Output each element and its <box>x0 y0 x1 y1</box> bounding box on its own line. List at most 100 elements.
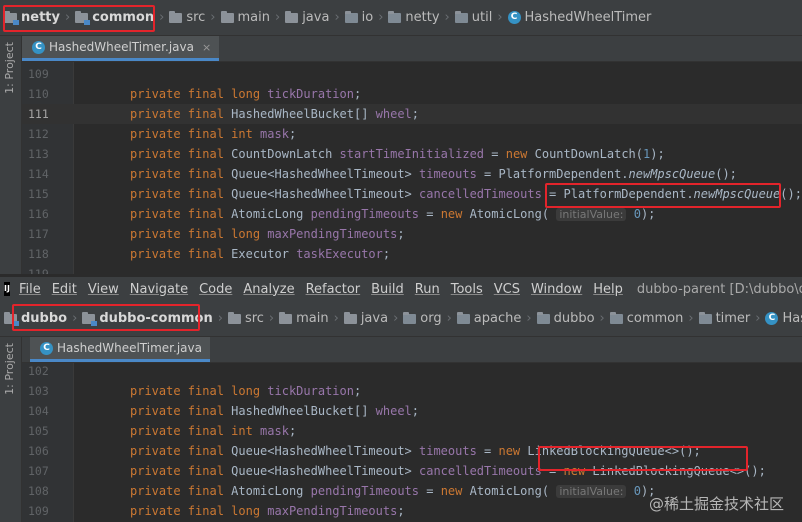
breadcrumb-item[interactable]: util <box>454 10 493 25</box>
code-line[interactable]: 110 private final long tickDuration; <box>22 84 802 104</box>
code-token: maxPendingTimeouts <box>267 504 398 518</box>
breadcrumb-item[interactable]: main <box>279 311 329 326</box>
breadcrumb-item[interactable]: io <box>344 10 374 25</box>
code-text: private final Queue<HashedWheelTimeout> … <box>130 164 737 184</box>
package-icon <box>454 10 468 23</box>
code-line[interactable]: 109 <box>22 64 802 84</box>
breadcrumb-item[interactable]: apache <box>456 311 522 326</box>
code-line[interactable]: 105 private final int mask; <box>22 421 802 441</box>
breadcrumb-item[interactable]: java <box>343 311 388 326</box>
breadcrumb-item[interactable]: java <box>285 10 329 25</box>
tab-hashedwheeltimer[interactable]: C HashedWheelTimer.java × <box>22 36 220 61</box>
code-token: = <box>484 147 506 161</box>
line-number: 105 <box>28 424 49 438</box>
breadcrumb-label: util <box>471 10 493 25</box>
line-number: 109 <box>28 67 49 81</box>
code-line[interactable]: 118 private final Executor taskExecutor; <box>22 244 802 264</box>
chevron-right-icon: › <box>526 311 532 326</box>
package-icon <box>388 10 402 23</box>
code-token: Executor <box>231 247 297 261</box>
project-tool-label[interactable]: 1: Project <box>3 42 16 94</box>
code-token: cancelledTimeouts <box>419 187 542 201</box>
menu-item-analyze[interactable]: Analyze <box>243 282 294 297</box>
menu-item-code[interactable]: Code <box>199 282 232 297</box>
code-token: AtomicLong <box>231 484 311 498</box>
menu-item-tools[interactable]: Tools <box>451 282 483 297</box>
chevron-right-icon: › <box>334 10 340 25</box>
menu-item-view[interactable]: View <box>88 282 119 297</box>
code-line[interactable]: 103 private final long tickDuration; <box>22 381 802 401</box>
code-text: private final AtomicLong pendingTimeouts… <box>130 481 655 502</box>
menu-item-help[interactable]: Help <box>593 282 623 297</box>
code-line[interactable]: 112 private final int mask; <box>22 124 802 144</box>
code-line[interactable]: 111 private final HashedWheelBucket[] whe… <box>22 104 802 124</box>
breadcrumb-item[interactable]: src <box>227 311 264 326</box>
line-number: 110 <box>28 87 49 101</box>
code-token: = <box>419 484 441 498</box>
project-tool-label[interactable]: 1: Project <box>3 343 16 395</box>
intellij-logo-icon: IJ <box>4 282 10 296</box>
code-line[interactable]: 113 private final CountDownLatch startTim… <box>22 144 802 164</box>
breadcrumb-label: HashedWhe <box>782 311 802 326</box>
close-icon[interactable]: × <box>202 41 211 54</box>
code-text: private final CountDownLatch startTimeIn… <box>130 144 665 164</box>
line-number: 106 <box>28 444 49 458</box>
breadcrumb-label: java <box>302 10 330 25</box>
menu-item-build[interactable]: Build <box>371 282 404 297</box>
breadcrumb-item[interactable]: src <box>169 10 205 25</box>
menu-item-window[interactable]: Window <box>531 282 582 297</box>
menu-item-navigate[interactable]: Navigate <box>130 282 188 297</box>
breadcrumb-item[interactable]: C HashedWheelTimer <box>507 10 651 25</box>
breadcrumb-item[interactable]: timer <box>698 311 750 326</box>
code-line[interactable]: 104 private final HashedWheelBucket[] whe… <box>22 401 802 421</box>
line-number: 113 <box>28 147 49 161</box>
code-line[interactable]: 114 private final Queue<HashedWheelTimeou… <box>22 164 802 184</box>
line-number: 115 <box>28 187 49 201</box>
code-token: newMpscQueue <box>628 167 716 181</box>
code-line[interactable]: 102 <box>22 363 802 381</box>
menu-item-file[interactable]: File <box>19 282 41 297</box>
top-code-editor[interactable]: 109 110 private final long tickDuration; 1… <box>22 62 802 274</box>
code-token: private final int <box>130 424 261 438</box>
code-token: ; <box>397 227 405 241</box>
code-text: private final HashedWheelBucket[] wheel; <box>130 104 419 124</box>
code-token: 0 <box>626 207 641 221</box>
breadcrumb-item[interactable]: org <box>403 311 442 326</box>
class-icon: C <box>507 11 521 24</box>
breadcrumb-item[interactable]: CHashedWhe <box>765 311 802 326</box>
code-token: private final <box>130 247 232 261</box>
line-number: 112 <box>28 127 49 141</box>
breadcrumb-item[interactable]: main <box>220 10 270 25</box>
breadcrumb-item[interactable]: dubbo <box>536 311 595 326</box>
breadcrumb-label: io <box>361 10 374 25</box>
line-number: 119 <box>28 267 49 274</box>
code-token: private final <box>130 107 232 121</box>
breadcrumb-label: apache <box>473 311 522 326</box>
code-token: = PlatformDependent. <box>476 167 629 181</box>
tab-hashedwheeltimer[interactable]: C HashedWheelTimer.java <box>30 337 210 362</box>
menu-item-edit[interactable]: Edit <box>52 282 77 297</box>
code-token: new <box>440 484 470 498</box>
code-token: AtomicLong <box>231 207 311 221</box>
code-line[interactable]: 117 private final long maxPendingTimeouts… <box>22 224 802 244</box>
code-token: maxPendingTimeouts <box>267 227 398 241</box>
folder-icon <box>279 311 293 324</box>
menu-item-refactor[interactable]: Refactor <box>306 282 361 297</box>
chevron-right-icon: › <box>393 311 399 326</box>
breadcrumb-item[interactable]: common <box>609 311 684 326</box>
code-text: private final long maxPendingTimeouts; <box>130 224 405 244</box>
bottom-project-sidebar[interactable]: 1: Project <box>0 337 22 522</box>
chevron-right-icon: › <box>446 311 452 326</box>
folder-icon <box>285 10 299 23</box>
top-project-sidebar[interactable]: 1: Project <box>0 36 22 274</box>
breadcrumb-item[interactable]: netty <box>388 10 440 25</box>
code-token: ; <box>397 504 405 518</box>
code-line[interactable]: 119 <box>22 264 802 274</box>
chevron-right-icon: › <box>378 10 384 25</box>
line-number: 118 <box>28 247 49 261</box>
menu-item-run[interactable]: Run <box>415 282 440 297</box>
line-number: 114 <box>28 167 49 181</box>
code-text: private final HashedWheelBucket[] wheel; <box>130 401 419 421</box>
breadcrumb-label: common <box>626 311 684 326</box>
menu-item-vcs[interactable]: VCS <box>494 282 520 297</box>
